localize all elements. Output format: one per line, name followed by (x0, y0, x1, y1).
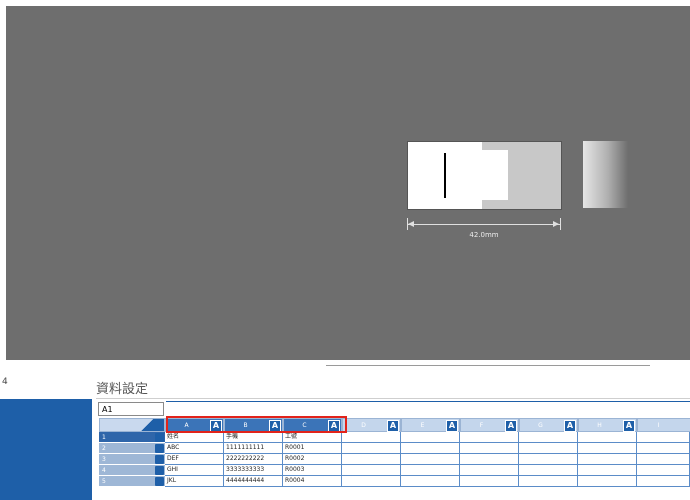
grid-cell[interactable] (460, 465, 519, 476)
dimension-arrow-right-icon (553, 221, 559, 227)
column-format-button[interactable]: A (387, 420, 399, 432)
dimension-line (407, 224, 560, 225)
grid-cell[interactable] (637, 465, 690, 476)
column-format-button[interactable]: A (505, 420, 517, 432)
row-number: 1 (102, 434, 106, 441)
grid-cell[interactable]: R0003 (283, 465, 342, 476)
panel-title: 資料設定 (96, 382, 149, 397)
grid-cell[interactable]: R0002 (283, 454, 342, 465)
grid-cell[interactable] (342, 432, 401, 443)
dimension-tick-right (560, 218, 561, 230)
splitter-handle[interactable] (326, 365, 650, 366)
row-number: 3 (102, 456, 106, 463)
grid-cell[interactable] (519, 443, 578, 454)
grid-cell[interactable] (519, 476, 578, 487)
column-letter: F (479, 422, 484, 429)
grid-cell[interactable] (519, 465, 578, 476)
grid-cell[interactable] (637, 476, 690, 487)
column-format-button[interactable]: A (623, 420, 635, 432)
column-letter: I (657, 422, 660, 429)
next-label-preview (583, 141, 628, 208)
grid-cell[interactable]: 4444444444 (224, 476, 283, 487)
grid-cell[interactable] (401, 476, 460, 487)
row-select-icon[interactable] (155, 444, 164, 453)
grid-cell[interactable] (342, 476, 401, 487)
select-all-corner[interactable] (99, 418, 165, 432)
cell-reference-field[interactable]: A1 (98, 402, 164, 416)
grid-cell[interactable] (637, 443, 690, 454)
grid-cell[interactable] (637, 432, 690, 443)
left-sidebar (0, 399, 92, 500)
dimension-arrow-left-icon (408, 221, 414, 227)
grid-cell[interactable]: R0001 (283, 443, 342, 454)
column-letter: D (361, 422, 366, 429)
column-header-g[interactable]: GA (519, 418, 578, 432)
row-header[interactable]: 4 (99, 465, 165, 476)
grid-cell[interactable]: R0004 (283, 476, 342, 487)
column-header-f[interactable]: FA (460, 418, 519, 432)
grid-cell[interactable]: JKL (165, 476, 224, 487)
column-header-e[interactable]: EA (401, 418, 460, 432)
row-select-icon[interactable] (155, 455, 164, 464)
row-select-icon[interactable] (155, 466, 164, 475)
column-letter: G (538, 422, 543, 429)
grid-cell[interactable] (460, 443, 519, 454)
grid-cell[interactable] (637, 454, 690, 465)
row-header[interactable]: 5 (99, 476, 165, 487)
grid-cell[interactable] (342, 465, 401, 476)
grid-cell[interactable] (578, 432, 637, 443)
grid-cell[interactable]: 手機 (224, 432, 283, 443)
dimension-label: 42.0mm (469, 231, 499, 239)
column-letter: H (597, 422, 602, 429)
label-white-region (482, 150, 508, 200)
grid-cell[interactable] (578, 454, 637, 465)
column-format-button[interactable]: A (446, 420, 458, 432)
row-header[interactable]: 1 (99, 432, 165, 443)
grid-cell[interactable] (519, 432, 578, 443)
grid-cell[interactable] (342, 454, 401, 465)
row-select-icon[interactable] (155, 433, 164, 442)
grid-cell[interactable] (519, 454, 578, 465)
row-select-icon[interactable] (155, 477, 164, 486)
label-preview[interactable] (407, 141, 562, 210)
row-number: 5 (102, 478, 106, 485)
grid-cell[interactable] (460, 432, 519, 443)
text-cursor (444, 153, 446, 198)
grid-cell[interactable] (460, 454, 519, 465)
grid-cell[interactable] (342, 443, 401, 454)
column-header-d[interactable]: DA (342, 418, 401, 432)
column-format-button[interactable]: A (564, 420, 576, 432)
row-number: 4 (102, 467, 106, 474)
formula-bar-rule (166, 401, 690, 402)
grid-cell[interactable] (401, 432, 460, 443)
grid-cell[interactable]: 3333333333 (224, 465, 283, 476)
panel-divider (96, 398, 690, 399)
grid-cell[interactable] (578, 443, 637, 454)
row-header[interactable]: 2 (99, 443, 165, 454)
grid-cell[interactable] (401, 465, 460, 476)
grid-cell[interactable] (460, 476, 519, 487)
grid-cell[interactable] (401, 443, 460, 454)
row-number: 2 (102, 445, 106, 452)
grid-cell[interactable] (578, 465, 637, 476)
grid-cell[interactable]: DEF (165, 454, 224, 465)
grid-cell[interactable]: GHI (165, 465, 224, 476)
grid-cell[interactable]: ABC (165, 443, 224, 454)
splitter[interactable] (0, 360, 690, 372)
column-header-h[interactable]: HA (578, 418, 637, 432)
grid-cell[interactable]: 2222222222 (224, 454, 283, 465)
grid-cell[interactable] (401, 454, 460, 465)
left-strip-label: 4 (2, 377, 8, 387)
grid-cell[interactable] (578, 476, 637, 487)
grid-cell[interactable]: 工號 (283, 432, 342, 443)
row-header[interactable]: 3 (99, 454, 165, 465)
column-header-i[interactable]: I (637, 418, 690, 432)
column-letter: E (420, 422, 425, 429)
grid-cell[interactable]: 姓名 (165, 432, 224, 443)
selection-highlight (166, 416, 347, 433)
grid-cell[interactable]: 1111111111 (224, 443, 283, 454)
